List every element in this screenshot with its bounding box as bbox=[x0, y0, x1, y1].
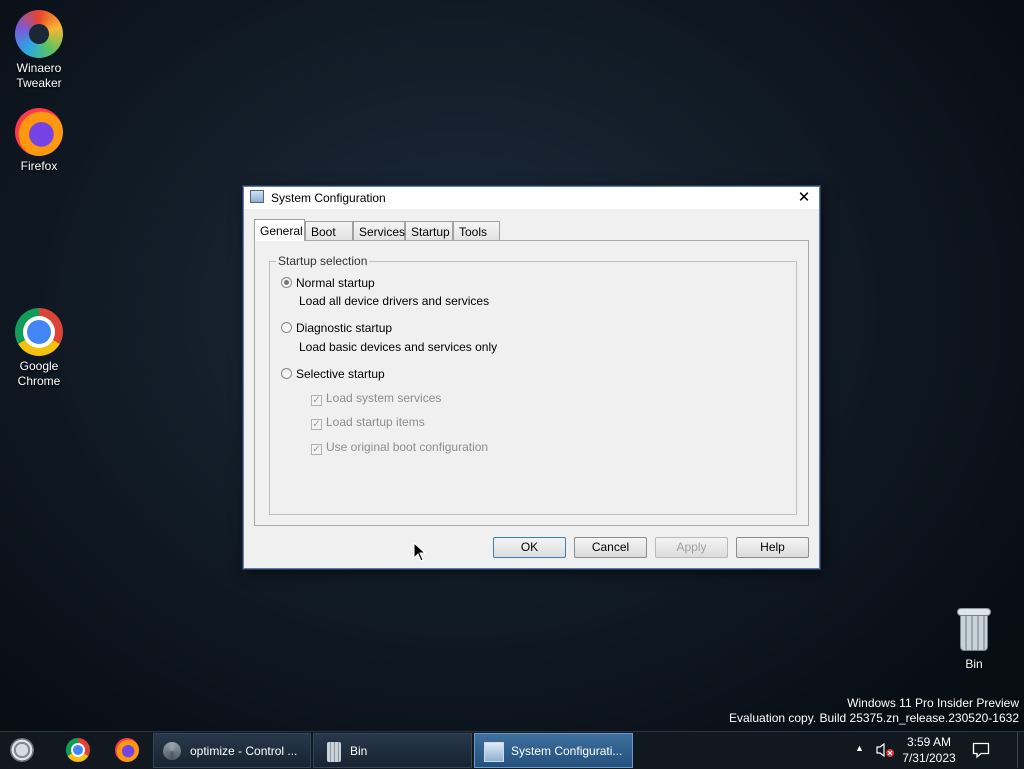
clock[interactable]: 3:59 AM 7/31/2023 bbox=[900, 734, 958, 766]
clock-time: 3:59 AM bbox=[906, 735, 952, 749]
radio-normal-startup[interactable]: Normal startup bbox=[281, 276, 375, 290]
evaluation-watermark: Windows 11 Pro Insider Preview Evaluatio… bbox=[729, 696, 1019, 726]
general-tab-panel: Startup selection Normal startup Load al… bbox=[254, 240, 809, 526]
taskbar-task-bin[interactable]: Bin bbox=[313, 733, 472, 768]
checkbox-load-startup-items: ✓ Load startup items bbox=[311, 415, 425, 430]
show-hidden-icons-button[interactable]: ▲ bbox=[855, 743, 864, 753]
taskbar-task-control-panel[interactable]: optimize - Control ... bbox=[153, 733, 311, 768]
desktop-icon-google-chrome[interactable]: Google Chrome bbox=[4, 308, 74, 389]
radio-diagnostic-startup[interactable]: Diagnostic startup bbox=[281, 321, 392, 335]
taskbar: optimize - Control ... Bin System Config… bbox=[0, 731, 1024, 769]
radio-label: Normal startup bbox=[296, 276, 375, 290]
watermark-line: Windows 11 Pro Insider Preview bbox=[847, 696, 1019, 710]
desktop-icon-label: Chrome bbox=[17, 374, 61, 388]
desktop-icon-bin[interactable]: Bin bbox=[939, 608, 1009, 672]
checkmark-icon: ✓ bbox=[311, 395, 322, 406]
recycle-bin-icon bbox=[327, 742, 341, 762]
msconfig-app-icon bbox=[484, 742, 504, 762]
clock-date: 7/31/2023 bbox=[902, 751, 956, 765]
desktop-icon-firefox[interactable]: Firefox bbox=[4, 108, 74, 174]
radio-selective-startup[interactable]: Selective startup bbox=[281, 367, 385, 381]
desktop-icon-label: Tweaker bbox=[16, 76, 62, 90]
title-bar[interactable]: System Configuration ✕ bbox=[244, 187, 819, 209]
checkbox-load-system-services: ✓ Load system services bbox=[311, 391, 441, 406]
radio-label: Selective startup bbox=[296, 367, 385, 381]
apply-button: Apply bbox=[655, 537, 728, 558]
task-label: Bin bbox=[350, 744, 368, 758]
tab-general[interactable]: General bbox=[254, 219, 305, 241]
radio-button[interactable] bbox=[281, 322, 292, 333]
task-label: System Configurati... bbox=[511, 744, 623, 758]
system-configuration-window: System Configuration ✕ General Boot Serv… bbox=[243, 186, 820, 569]
checkmark-icon: ✓ bbox=[311, 444, 322, 455]
checkbox-label: Load startup items bbox=[326, 415, 425, 429]
recycle-bin-icon bbox=[957, 608, 991, 652]
speaker-muted-icon[interactable] bbox=[875, 742, 895, 758]
window-title: System Configuration bbox=[271, 191, 386, 205]
tab-tools[interactable]: Tools bbox=[453, 221, 500, 240]
tab-startup[interactable]: Startup bbox=[405, 221, 453, 240]
watermark-line: Evaluation copy. Build 25375.zn_release.… bbox=[729, 711, 1019, 725]
desktop-icon-label: Firefox bbox=[20, 159, 58, 173]
control-panel-icon bbox=[163, 742, 181, 760]
notification-center-icon[interactable] bbox=[972, 741, 990, 759]
tab-boot[interactable]: Boot bbox=[305, 221, 353, 240]
desktop-icon-winaero-tweaker[interactable]: Winaero Tweaker bbox=[4, 10, 74, 91]
tab-services[interactable]: Services bbox=[353, 221, 405, 240]
radio-button[interactable] bbox=[281, 368, 292, 379]
taskbar-task-system-configuration[interactable]: System Configurati... bbox=[474, 733, 633, 768]
checkbox-use-original-boot-config: ✓ Use original boot configuration bbox=[311, 440, 488, 455]
radio-button[interactable] bbox=[281, 277, 292, 288]
task-label: optimize - Control ... bbox=[190, 744, 298, 758]
show-desktop-button[interactable] bbox=[1017, 732, 1018, 768]
desktop-icon-label: Bin bbox=[965, 657, 983, 671]
desktop-icon-label: Google bbox=[19, 359, 59, 373]
startup-selection-group: Startup selection Normal startup Load al… bbox=[269, 254, 797, 515]
chrome-icon bbox=[15, 308, 63, 356]
checkbox-label: Load system services bbox=[326, 391, 442, 405]
firefox-icon bbox=[15, 108, 63, 156]
close-button[interactable]: ✕ bbox=[793, 188, 815, 208]
checkmark-icon: ✓ bbox=[311, 419, 322, 430]
desktop-icon-label: Winaero bbox=[16, 61, 62, 75]
cancel-button[interactable]: Cancel bbox=[574, 537, 647, 558]
mouse-cursor-icon bbox=[413, 542, 427, 562]
msconfig-app-icon bbox=[250, 190, 264, 203]
firefox-taskbar-icon[interactable] bbox=[115, 738, 139, 762]
winaero-tweaker-icon bbox=[15, 10, 63, 58]
start-button-icon[interactable] bbox=[10, 738, 34, 762]
checkbox-label: Use original boot configuration bbox=[326, 440, 489, 454]
radio-label: Diagnostic startup bbox=[296, 321, 393, 335]
chrome-taskbar-icon[interactable] bbox=[66, 738, 90, 762]
ok-button[interactable]: OK bbox=[493, 537, 566, 558]
option-description: Load all device drivers and services bbox=[299, 294, 490, 308]
group-label: Startup selection bbox=[276, 254, 370, 268]
option-description: Load basic devices and services only bbox=[299, 340, 498, 354]
help-button[interactable]: Help bbox=[736, 537, 809, 558]
